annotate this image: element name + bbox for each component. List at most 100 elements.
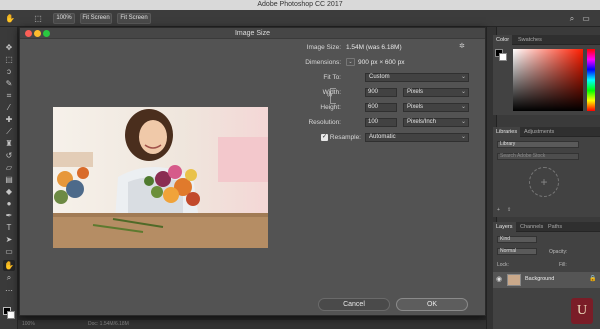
layer-thumbnail: [507, 274, 521, 286]
path-select-icon[interactable]: ➤: [3, 234, 15, 245]
zoom-100-button[interactable]: 100%: [53, 13, 75, 24]
width-input[interactable]: 900: [365, 88, 397, 97]
fill-screen-button[interactable]: Fit Screen: [117, 13, 151, 24]
move-tool-icon[interactable]: ✥: [3, 42, 15, 53]
chevron-down-icon: ⌄: [460, 104, 466, 110]
fit-to-label: Fit To:: [323, 74, 341, 81]
dodge-icon[interactable]: ●: [3, 198, 15, 209]
height-unit-select[interactable]: Pixels ⌄: [403, 103, 469, 112]
gradient-icon[interactable]: ▤: [3, 174, 15, 185]
options-bar: ✋ ⬚ 100% Fit Screen Fit Screen ⌕ ▭: [0, 10, 600, 27]
status-zoom: 100%: [22, 321, 35, 327]
ok-button[interactable]: OK: [396, 298, 468, 311]
image-size-label: Image Size:: [306, 44, 341, 51]
resolution-unit-value: Pixels/Inch: [407, 119, 437, 125]
shape-tool-icon[interactable]: ▭: [3, 246, 15, 257]
fit-to-value: Custom: [369, 74, 390, 80]
tools-panel: ✥ ⬚ ↄ ✎ ⌗ ⁄ ✚ ⟋ ♜ ↺ ▱ ▤ ◆ ● ✒ T ➤ ▭ ✋ ⌕ …: [0, 27, 18, 329]
layers-panel-tabs: Layers Channels Paths: [493, 222, 600, 232]
history-brush-icon[interactable]: ↺: [3, 150, 15, 161]
library-search[interactable]: Search Adobe Stock: [497, 153, 579, 160]
chevron-down-icon: ⌄: [460, 89, 466, 95]
watermark-logo: U: [571, 298, 593, 324]
height-input[interactable]: 600: [365, 103, 397, 112]
resolution-input[interactable]: 100: [365, 118, 397, 127]
zoom-dot[interactable]: [43, 30, 50, 37]
upload-icon[interactable]: ⇪: [507, 207, 511, 213]
blend-mode-select[interactable]: Normal: [497, 248, 537, 255]
eyedropper-icon[interactable]: ⁄: [3, 102, 15, 113]
image-preview[interactable]: [53, 107, 268, 248]
add-content-icon[interactable]: +: [529, 167, 559, 197]
opacity-label: Opacity:: [549, 249, 568, 255]
crop-tool-icon[interactable]: ⌗: [3, 90, 15, 101]
app-title-bar: Adobe Photoshop CC 2017: [0, 0, 600, 10]
dimensions-unit-toggle[interactable]: ⌄: [346, 58, 355, 66]
healing-brush-icon[interactable]: ✚: [3, 114, 15, 125]
status-bar: 100% Doc: 1.54M/6.18M: [18, 320, 486, 329]
more-tools-icon[interactable]: ⋯: [3, 285, 15, 296]
width-unit-select[interactable]: Pixels ⌄: [403, 88, 469, 97]
cancel-button[interactable]: Cancel: [318, 298, 390, 311]
gear-icon[interactable]: ✲: [459, 42, 468, 51]
minimize-dot[interactable]: [34, 30, 41, 37]
layers-panel: Kind Normal Opacity: Lock: Fill: ◉ Backg…: [493, 232, 600, 329]
lock-icon: 🔒: [589, 276, 597, 282]
chevron-down-icon: ⌄: [460, 134, 466, 140]
preview-photo: [53, 107, 268, 248]
image-size-value: 1.54M (was 6.18M): [346, 44, 402, 51]
resample-value: Automatic: [369, 134, 396, 140]
library-select[interactable]: Library: [497, 141, 579, 148]
bg-swatch[interactable]: [499, 53, 507, 61]
blur-icon[interactable]: ◆: [3, 186, 15, 197]
color-field[interactable]: [513, 49, 583, 111]
tab-color[interactable]: Color: [493, 35, 513, 45]
right-panels: Color Swatches Libraries Adjustments Lib…: [486, 27, 600, 329]
hand-tool-icon[interactable]: ✋: [4, 13, 16, 24]
status-doc: Doc: 1.54M/6.18M: [88, 321, 129, 327]
zoom-tool-icon[interactable]: ⌕: [3, 272, 15, 283]
lasso-tool-icon[interactable]: ↄ: [3, 66, 15, 77]
eye-icon[interactable]: ◉: [496, 275, 502, 283]
tab-paths[interactable]: Paths: [545, 222, 565, 232]
color-panel: [493, 45, 600, 115]
dimensions-label: Dimensions:: [305, 59, 341, 66]
chevron-down-icon: ⌄: [460, 74, 466, 80]
layer-kind-select[interactable]: Kind: [497, 236, 537, 243]
resample-select[interactable]: Automatic ⌄: [365, 133, 469, 142]
tab-libraries[interactable]: Libraries: [493, 127, 521, 137]
workspace-icon[interactable]: ▭: [580, 13, 592, 24]
layer-row-background[interactable]: ◉ Background 🔒: [493, 272, 600, 288]
background-color-swatch[interactable]: [7, 311, 15, 319]
layer-name: Background: [525, 276, 555, 282]
hand-tool-icon[interactable]: ✋: [3, 260, 15, 271]
preset-icon[interactable]: ⬚: [32, 13, 44, 24]
clone-stamp-icon[interactable]: ♜: [3, 138, 15, 149]
add-icon[interactable]: +: [497, 207, 500, 213]
tab-layers[interactable]: Layers: [493, 222, 516, 232]
type-tool-icon[interactable]: T: [3, 222, 15, 233]
close-dot[interactable]: [25, 30, 32, 37]
tab-channels[interactable]: Channels: [517, 222, 546, 232]
width-label: Width:: [322, 89, 341, 96]
resolution-unit-select[interactable]: Pixels/Inch ⌄: [403, 118, 469, 127]
brush-icon[interactable]: ⟋: [3, 126, 15, 137]
tab-adjustments[interactable]: Adjustments: [521, 127, 557, 137]
image-size-dialog: Image Size Image Size: 1.54M (was 6.18M)…: [19, 27, 486, 316]
quick-select-icon[interactable]: ✎: [3, 78, 15, 89]
fit-screen-button[interactable]: Fit Screen: [80, 13, 112, 24]
libraries-panel-tabs: Libraries Adjustments: [493, 127, 600, 137]
height-unit-value: Pixels: [407, 104, 424, 110]
dimensions-value: 900 px × 600 px: [358, 59, 405, 66]
search-icon[interactable]: ⌕: [566, 13, 578, 24]
tab-swatches[interactable]: Swatches: [515, 35, 545, 45]
fit-to-select[interactable]: Custom ⌄: [365, 73, 469, 82]
lock-label: Lock:: [497, 262, 509, 268]
resolution-label: Resolution:: [308, 119, 341, 126]
eraser-icon[interactable]: ▱: [3, 162, 15, 173]
libraries-panel: Library Search Adobe Stock + + ⇪: [493, 137, 600, 217]
pen-tool-icon[interactable]: ✒: [3, 210, 15, 221]
width-unit-value: Pixels: [407, 89, 424, 95]
hue-slider[interactable]: [587, 49, 595, 111]
marquee-tool-icon[interactable]: ⬚: [3, 54, 15, 65]
